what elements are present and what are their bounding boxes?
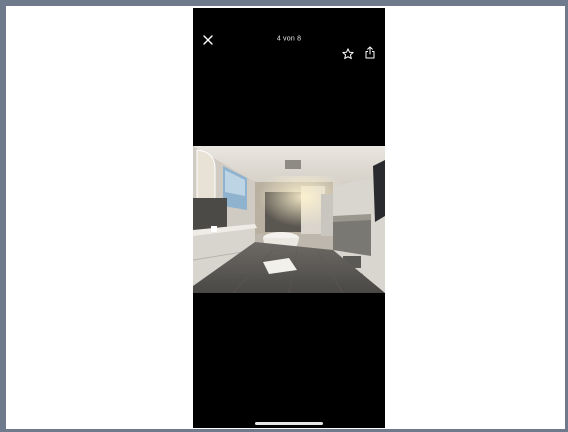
favorite-button[interactable] <box>342 47 354 60</box>
photo-counter: 4 von 8 <box>276 35 302 43</box>
bathroom-photo[interactable] <box>193 146 385 293</box>
viewer-top-bar: 4 von 8 <box>193 8 385 60</box>
home-indicator[interactable] <box>255 422 323 425</box>
photo-viewer: 4 von 8 <box>193 8 385 428</box>
share-button[interactable] <box>364 46 376 59</box>
bathroom-image <box>193 146 385 293</box>
share-icon <box>365 46 375 59</box>
star-icon <box>342 48 354 60</box>
